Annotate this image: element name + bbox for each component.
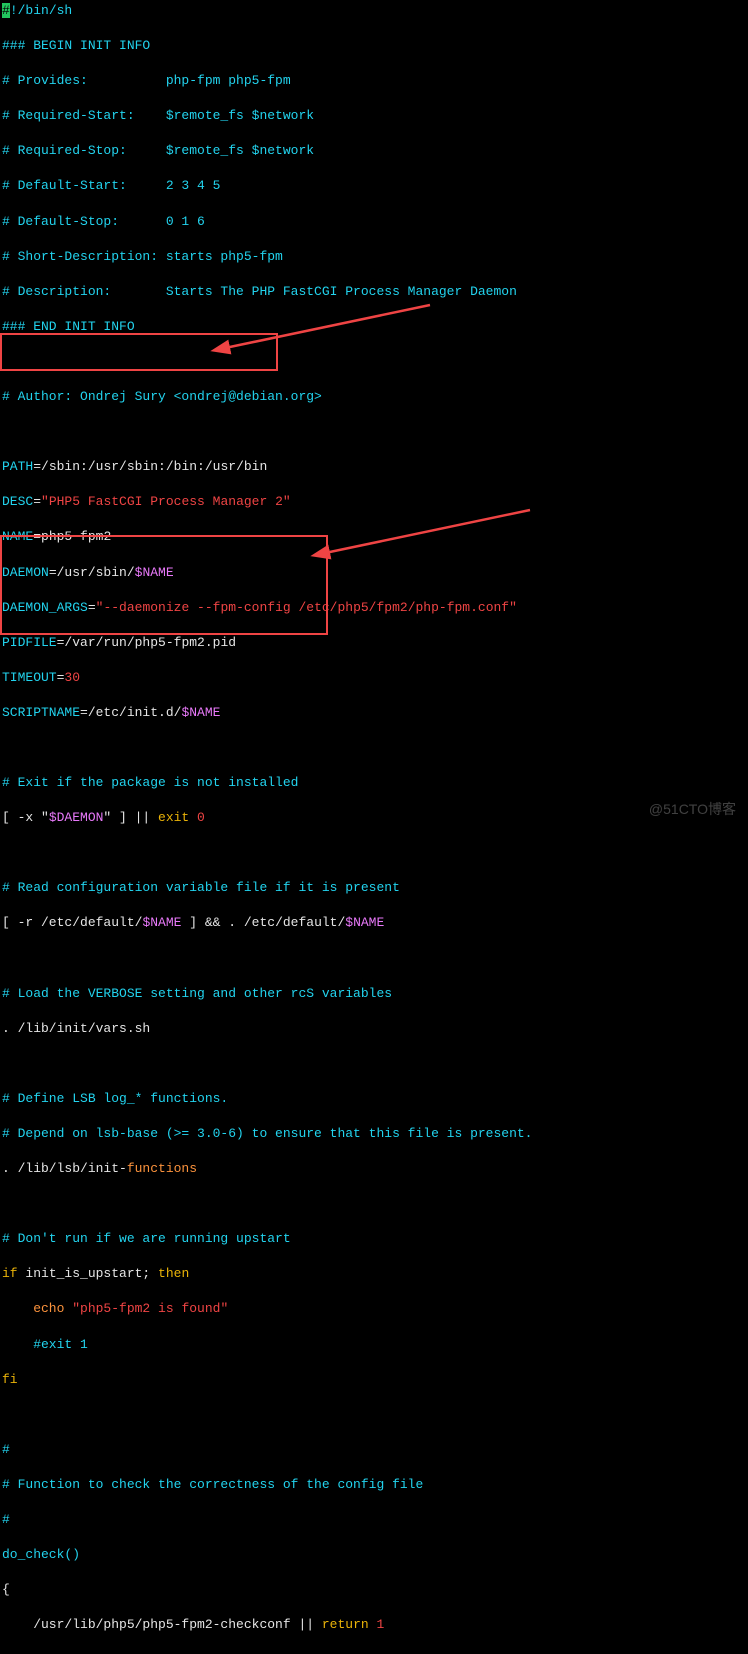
do-check-func: do_check() — [0, 1546, 748, 1564]
init-end: ### END INIT INFO — [0, 318, 748, 336]
watermark: @51CTO博客 — [649, 800, 736, 819]
func-check-comment: # Function to check the correctness of t… — [0, 1476, 748, 1494]
cursor: # — [2, 3, 10, 18]
editor-content: #!/bin/sh ### BEGIN INIT INFO # Provides… — [0, 2, 748, 1654]
exit-comment: # Exit if the package is not installed — [0, 774, 748, 792]
load-comment: # Load the VERBOSE setting and other rcS… — [0, 985, 748, 1003]
author-comment: # Author: Ondrej Sury <ondrej@debian.org… — [0, 388, 748, 406]
dont-run-comment: # Don't run if we are running upstart — [0, 1230, 748, 1248]
init-begin: ### BEGIN INIT INFO — [0, 37, 748, 55]
read-comment: # Read configuration variable file if it… — [0, 879, 748, 897]
